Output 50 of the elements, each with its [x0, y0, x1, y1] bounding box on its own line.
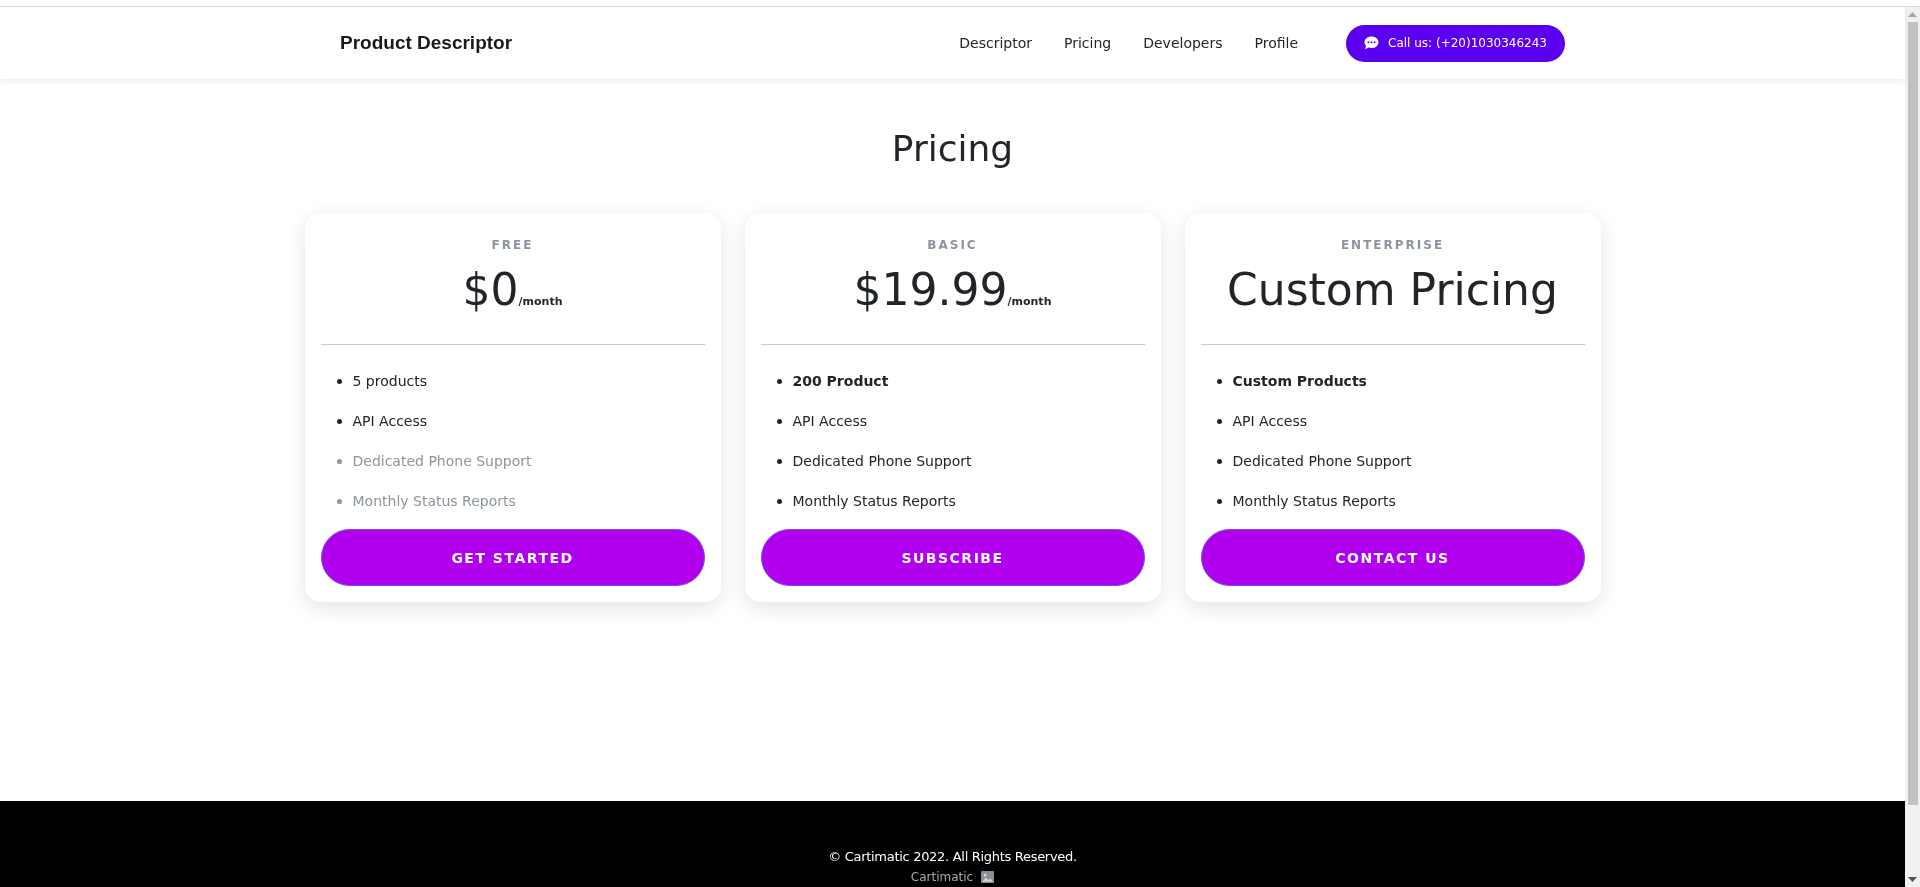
nav-link[interactable]: Pricing [1064, 35, 1112, 51]
plan-name-label: BASIC [927, 237, 978, 253]
bullet-icon [336, 498, 342, 504]
scrollbar-thumb[interactable] [1907, 22, 1918, 805]
price-period: /month [1007, 295, 1052, 308]
nav-link[interactable]: Profile [1254, 35, 1299, 51]
bullet-icon [1216, 498, 1222, 504]
bullet-icon [336, 378, 342, 384]
price-amount: $0 [462, 263, 519, 317]
bullet-icon [776, 378, 782, 384]
feature-text: Monthly Status Reports [1232, 493, 1396, 509]
plan-button[interactable]: CONTACT US [1200, 529, 1585, 586]
feature-text: Dedicated Phone Support [792, 453, 972, 469]
bullet-icon [336, 458, 342, 464]
feature-text: Monthly Status Reports [352, 493, 516, 509]
price-period: /month [518, 295, 563, 308]
bullet-icon [1216, 418, 1222, 424]
scrollbar[interactable] [1905, 7, 1920, 887]
scroll-down-icon[interactable] [1908, 877, 1917, 882]
feature-text: 5 products [352, 373, 427, 389]
plan-button[interactable]: GET STARTED [320, 529, 705, 586]
feature-text: API Access [1232, 413, 1308, 429]
feature-text: API Access [792, 413, 868, 429]
bullet-icon [336, 418, 342, 424]
feature-text: Dedicated Phone Support [1232, 453, 1412, 469]
credit-text: Cartimatic [910, 869, 974, 885]
feature-text: API Access [352, 413, 428, 429]
plan-name-label: FREE [491, 237, 534, 253]
call-button[interactable]: Call us: (+20)1030346243 [1346, 24, 1565, 62]
plan-name-label: ENTERPRISE [1340, 237, 1445, 253]
price-amount: Custom Pricing [1227, 263, 1558, 317]
feature-text: Dedicated Phone Support [352, 453, 532, 469]
bullet-icon [776, 498, 782, 504]
bullet-icon [776, 458, 782, 464]
feature-text: Monthly Status Reports [792, 493, 956, 509]
feature-text: 200 Product [792, 373, 889, 389]
image-icon [981, 871, 995, 883]
bullet-icon [1216, 458, 1222, 464]
nav-link[interactable]: Descriptor [959, 35, 1032, 51]
feature-text: Custom Products [1232, 373, 1367, 389]
bullet-icon [776, 418, 782, 424]
copyright-text: © Cartimatic 2022. All Rights Reserved. [828, 848, 1077, 866]
brand-name[interactable]: Product Descriptor [340, 32, 513, 54]
bullet-icon [1216, 378, 1222, 384]
scroll-up-icon[interactable] [1908, 12, 1917, 17]
chat-bubble-icon [1364, 36, 1380, 50]
nav-link[interactable]: Developers [1143, 35, 1223, 51]
price-amount: $19.99 [853, 263, 1008, 317]
page-title: Pricing [891, 127, 1014, 171]
plan-button[interactable]: SUBSCRIBE [760, 529, 1145, 586]
